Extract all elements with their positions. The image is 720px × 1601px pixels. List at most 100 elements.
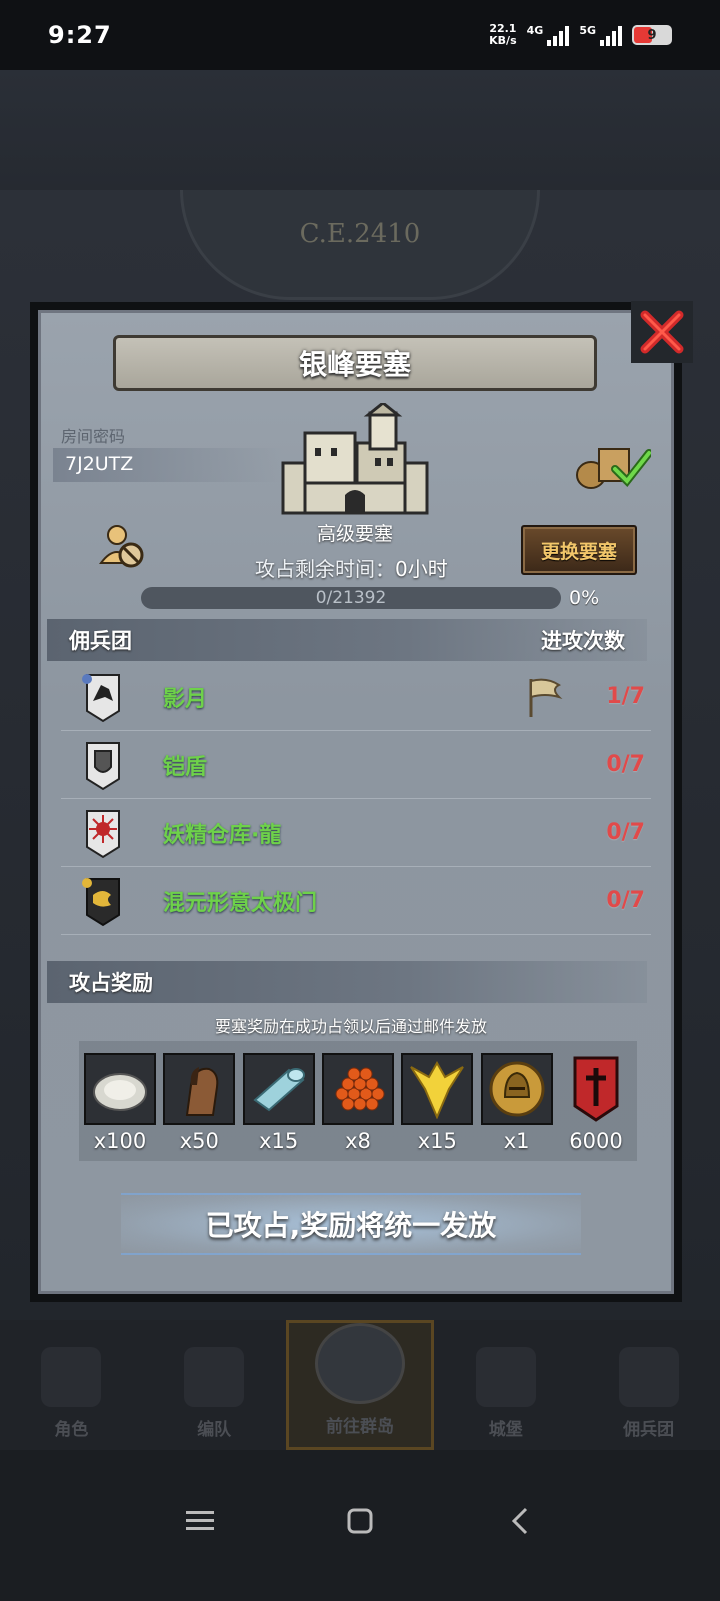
reward-quantity: x100: [93, 1129, 147, 1153]
cloth-roll-icon: [242, 1053, 315, 1125]
mercenary-row[interactable]: 妖精仓库·龍 0/7: [61, 799, 651, 867]
reward-quantity: x8: [345, 1129, 371, 1153]
progress-percent: 0%: [569, 587, 600, 609]
progress-text: 0/21392: [315, 588, 387, 608]
attack-count-header: 进攻次数: [541, 629, 625, 653]
system-nav-bar: [0, 1450, 720, 1601]
reward-item[interactable]: 6000: [559, 1041, 633, 1161]
knight-icon: [41, 1347, 102, 1407]
status-time: 9:27: [48, 21, 112, 49]
fortress-icon: [281, 403, 429, 515]
claim-status-banner: 已攻占,奖励将统一发放: [121, 1193, 581, 1255]
reward-item[interactable]: x15: [400, 1041, 474, 1161]
remaining-time-label: 攻占剩余时间：: [255, 557, 395, 581]
modal-title: 银峰要塞: [298, 348, 411, 381]
mercenary-name: 妖精仓库·龍: [163, 822, 282, 848]
signal-4g-icon: 4G: [527, 24, 570, 46]
reward-item[interactable]: x8: [321, 1041, 395, 1161]
reward-list: x100 x50 x15 x8 x15 x1 6000: [79, 1041, 637, 1161]
signal-4g-label: 4G: [526, 24, 544, 37]
fortress-modal: 银峰要塞 房间密码 7J2UTZ 高级要塞 更换要塞 攻占剩余时间：0小时 0/…: [30, 301, 693, 1302]
battery-icon: 9: [632, 25, 672, 45]
reward-item[interactable]: x15: [242, 1041, 316, 1161]
reward-quantity: x1: [503, 1129, 530, 1153]
reward-quantity: 6000: [569, 1129, 623, 1153]
close-button[interactable]: [631, 301, 693, 363]
change-fortress-button[interactable]: 更换要塞: [521, 525, 637, 575]
dragon-banner-icon: [82, 877, 120, 926]
remaining-time: 攻占剩余时间：0小时: [255, 553, 448, 582]
helmet-icon: [184, 1347, 245, 1407]
nav-label: 佣兵团: [623, 1420, 675, 1440]
status-indicators: 22.1 KB/s 4G 5G 9: [489, 23, 672, 47]
wolf-banner-icon: [82, 673, 120, 722]
era-label: C.E.2410: [299, 218, 421, 249]
reward-item[interactable]: x100: [83, 1041, 157, 1161]
remaining-time-value: 0小时: [395, 557, 448, 581]
player-blocked-icon: [99, 525, 144, 568]
nav-label: 前往群岛: [325, 1417, 394, 1437]
era-dial: C.E.2410: [180, 190, 540, 300]
nav-label: 角色: [54, 1420, 89, 1440]
mercenary-name: 铠盾: [163, 754, 208, 780]
mercenary-header: 佣兵团: [69, 629, 132, 653]
compass-icon: [314, 1323, 405, 1404]
fortress-name: 高级要塞: [316, 523, 393, 545]
attack-count: 0/7: [606, 752, 645, 777]
bottom-nav: 角色 编队 前往群岛 城堡 佣兵团: [0, 1320, 720, 1450]
helmet-medal-icon: [480, 1053, 553, 1125]
network-speed: 22.1 KB/s: [489, 23, 516, 47]
claim-status-text: 已攻占,奖励将统一发放: [205, 1209, 497, 1242]
reward-item[interactable]: x1: [480, 1041, 554, 1161]
nav-item-character[interactable]: 角色: [0, 1320, 143, 1450]
mercenary-section-header: 佣兵团 进攻次数: [47, 619, 647, 661]
nav-item-islands[interactable]: 前往群岛: [285, 1320, 435, 1450]
mercenary-name: 影月: [163, 686, 208, 712]
reward-quantity: x15: [259, 1129, 299, 1153]
back-icon[interactable]: [500, 1501, 540, 1541]
status-bar: 9:27 22.1 KB/s 4G 5G 9: [0, 0, 720, 70]
oyster-icon: [84, 1053, 156, 1125]
occupation-progress-bar: 0/21392: [141, 587, 561, 609]
mercenary-banner-icon: [560, 1053, 632, 1125]
change-fortress-label: 更换要塞: [540, 540, 617, 563]
modal-panel: 银峰要塞 房间密码 7J2UTZ 高级要塞 更换要塞 攻占剩余时间：0小时 0/…: [38, 301, 693, 1294]
flag-icon: [529, 678, 563, 717]
mercenary-row[interactable]: 铠盾 0/7: [61, 731, 651, 799]
reward-header: 攻占奖励: [69, 971, 153, 995]
nav-item-mercenary[interactable]: 佣兵团: [577, 1320, 720, 1450]
background-header: [0, 70, 720, 190]
horse-icon: [163, 1053, 236, 1125]
signal-5g-label: 5G: [579, 24, 596, 37]
castle-icon: [475, 1347, 536, 1407]
gold-crest-icon: [401, 1053, 474, 1125]
nav-label: 城堡: [488, 1420, 523, 1440]
roe-icon: [321, 1053, 394, 1125]
signal-5g-icon: 5G: [579, 24, 622, 46]
nav-label: 编队: [197, 1420, 232, 1440]
modal-title-banner: 银峰要塞: [113, 335, 597, 391]
battery-level: 9: [647, 27, 657, 43]
menu-icon[interactable]: [180, 1501, 220, 1541]
shield-banner-icon: [86, 741, 120, 790]
reward-section-header: 攻占奖励: [47, 961, 647, 1003]
reward-quantity: x15: [417, 1129, 457, 1153]
tower-icon: [618, 1347, 679, 1407]
attack-count: 1/7: [606, 684, 645, 709]
attack-count: 0/7: [606, 820, 645, 845]
reward-note: 要塞奖励在成功占领以后通过邮件发放: [214, 1017, 487, 1036]
nav-item-formation[interactable]: 编队: [143, 1320, 286, 1450]
mercenary-row[interactable]: 混元形意太极门 0/7: [61, 867, 651, 935]
sun-banner-icon: [86, 809, 120, 858]
mercenary-name: 混元形意太极门: [163, 890, 318, 916]
attack-count: 0/7: [606, 888, 645, 913]
home-icon[interactable]: [340, 1501, 380, 1541]
network-speed-unit: KB/s: [489, 34, 517, 47]
reward-item[interactable]: x50: [162, 1041, 236, 1161]
nav-item-castle[interactable]: 城堡: [434, 1320, 577, 1450]
room-code-label: 房间密码: [61, 427, 126, 446]
room-code[interactable]: 7J2UTZ: [65, 453, 133, 475]
mercenary-row[interactable]: 影月 1/7: [61, 663, 651, 731]
reward-quantity: x50: [179, 1129, 219, 1153]
close-icon: [640, 310, 684, 354]
